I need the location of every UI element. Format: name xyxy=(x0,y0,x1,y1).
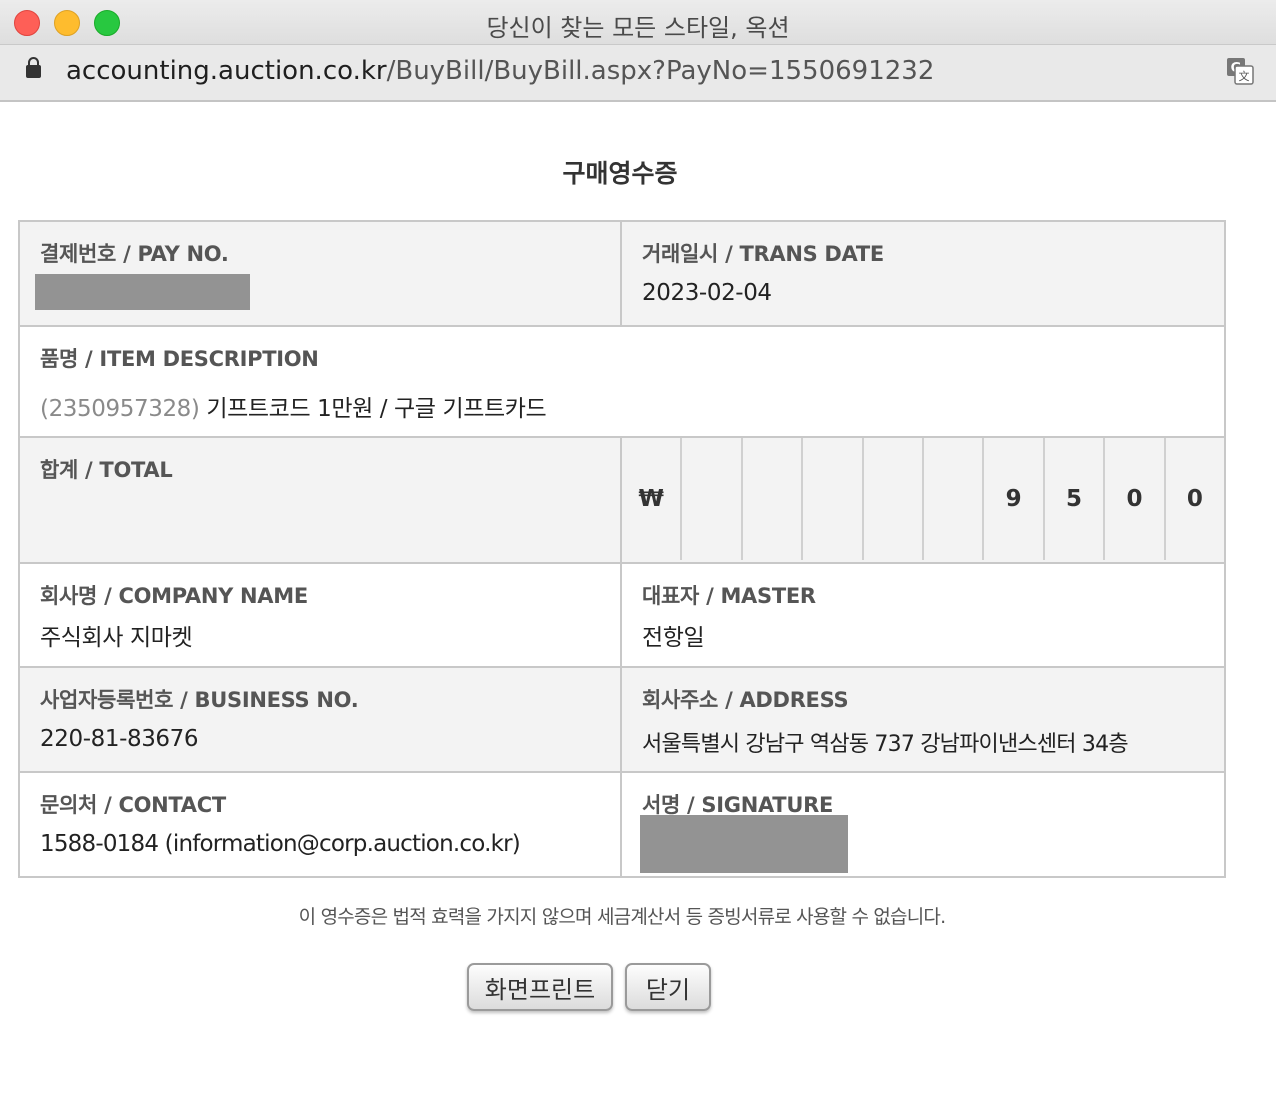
master-cell: 대표자 / MASTER 전항일 xyxy=(620,562,1226,668)
total-digit xyxy=(740,438,801,560)
trans-date-value: 2023-02-04 xyxy=(642,280,772,306)
master-value: 전항일 xyxy=(642,625,705,651)
total-digit xyxy=(861,438,922,560)
total-label-cell: 합계 / TOTAL xyxy=(18,436,622,564)
pay-no-redacted xyxy=(35,274,250,310)
trans-date-label: 거래일시 / TRANS DATE xyxy=(642,242,884,266)
receipt-table: 결제번호 / PAY NO. 거래일시 / TRANS DATE 2023-02… xyxy=(18,220,1226,878)
total-digits: ₩ 9 5 0 0 xyxy=(622,438,1224,560)
contact-value: 1588-0184 (information@corp.auction.co.k… xyxy=(40,831,521,857)
company-cell: 회사명 / COMPANY NAME 주식회사 지마켓 xyxy=(18,562,622,668)
contact-cell: 문의처 / CONTACT 1588-0184 (information@cor… xyxy=(18,771,622,878)
translate-icon[interactable]: G 文 xyxy=(1226,57,1254,85)
total-digit: ₩ xyxy=(638,486,664,512)
close-button[interactable]: 닫기 xyxy=(625,963,711,1011)
window-title: 당신이 찾는 모든 스타일, 옥션 xyxy=(486,14,790,42)
svg-text:文: 文 xyxy=(1239,69,1250,83)
business-no-label: 사업자등록번호 / BUSINESS NO. xyxy=(40,688,359,712)
item-label: 품명 / ITEM DESCRIPTION xyxy=(40,347,319,371)
contact-label: 문의처 / CONTACT xyxy=(40,793,226,817)
total-digit: 5 xyxy=(1042,438,1103,560)
pay-no-label: 결제번호 / PAY NO. xyxy=(40,242,229,266)
company-label: 회사명 / COMPANY NAME xyxy=(40,584,308,608)
master-label: 대표자 / MASTER xyxy=(642,584,816,608)
address-cell: 회사주소 / ADDRESS 서울특별시 강남구 역삼동 737 강남파이낸스센… xyxy=(620,666,1226,773)
signature-redacted xyxy=(640,815,848,873)
total-digit xyxy=(922,438,982,560)
url-host: accounting.auction.co.kr xyxy=(66,56,387,86)
address-bar[interactable]: accounting.auction.co.kr/BuyBill/BuyBill… xyxy=(0,45,1276,102)
total-digit xyxy=(680,438,740,560)
item-name: 기프트코드 1만원 / 구글 기프트카드 xyxy=(206,396,547,422)
receipt-title: 구매영수증 xyxy=(562,159,678,188)
url-path: /BuyBill/BuyBill.aspx?PayNo=1550691232 xyxy=(386,56,935,86)
print-button[interactable]: 화면프린트 xyxy=(467,963,613,1011)
trans-date-cell: 거래일시 / TRANS DATE 2023-02-04 xyxy=(620,220,1226,327)
total-amount-cell: ₩ 9 5 0 0 xyxy=(620,436,1226,564)
total-digit: 9 xyxy=(982,438,1042,560)
business-no-cell: 사업자등록번호 / BUSINESS NO. 220-81-83676 xyxy=(18,666,622,773)
lock-icon xyxy=(26,57,41,78)
total-digit: 0 xyxy=(1163,438,1224,560)
window-title-bar: 당신이 찾는 모든 스타일, 옥션 xyxy=(0,0,1276,45)
signature-cell: 서명 / SIGNATURE xyxy=(620,771,1226,878)
address-value: 서울특별시 강남구 역삼동 737 강남파이낸스센터 34층 xyxy=(642,732,1129,757)
item-code: (2350957328) xyxy=(40,396,200,422)
address-label: 회사주소 / ADDRESS xyxy=(642,688,849,712)
total-label: 합계 / TOTAL xyxy=(40,458,173,482)
total-digit xyxy=(801,438,861,560)
legal-notice: 이 영수증은 법적 효력을 가지지 않으며 세금계산서 등 증빙서류로 사용할 … xyxy=(298,906,946,928)
company-value: 주식회사 지마켓 xyxy=(40,625,193,651)
pay-no-cell: 결제번호 / PAY NO. xyxy=(18,220,622,327)
url-text[interactable]: accounting.auction.co.kr/BuyBill/BuyBill… xyxy=(66,56,934,86)
total-digit: 0 xyxy=(1103,438,1163,560)
item-cell: 품명 / ITEM DESCRIPTION (2350957328) 기프트코드… xyxy=(18,325,1226,438)
business-no-value: 220-81-83676 xyxy=(40,726,199,752)
